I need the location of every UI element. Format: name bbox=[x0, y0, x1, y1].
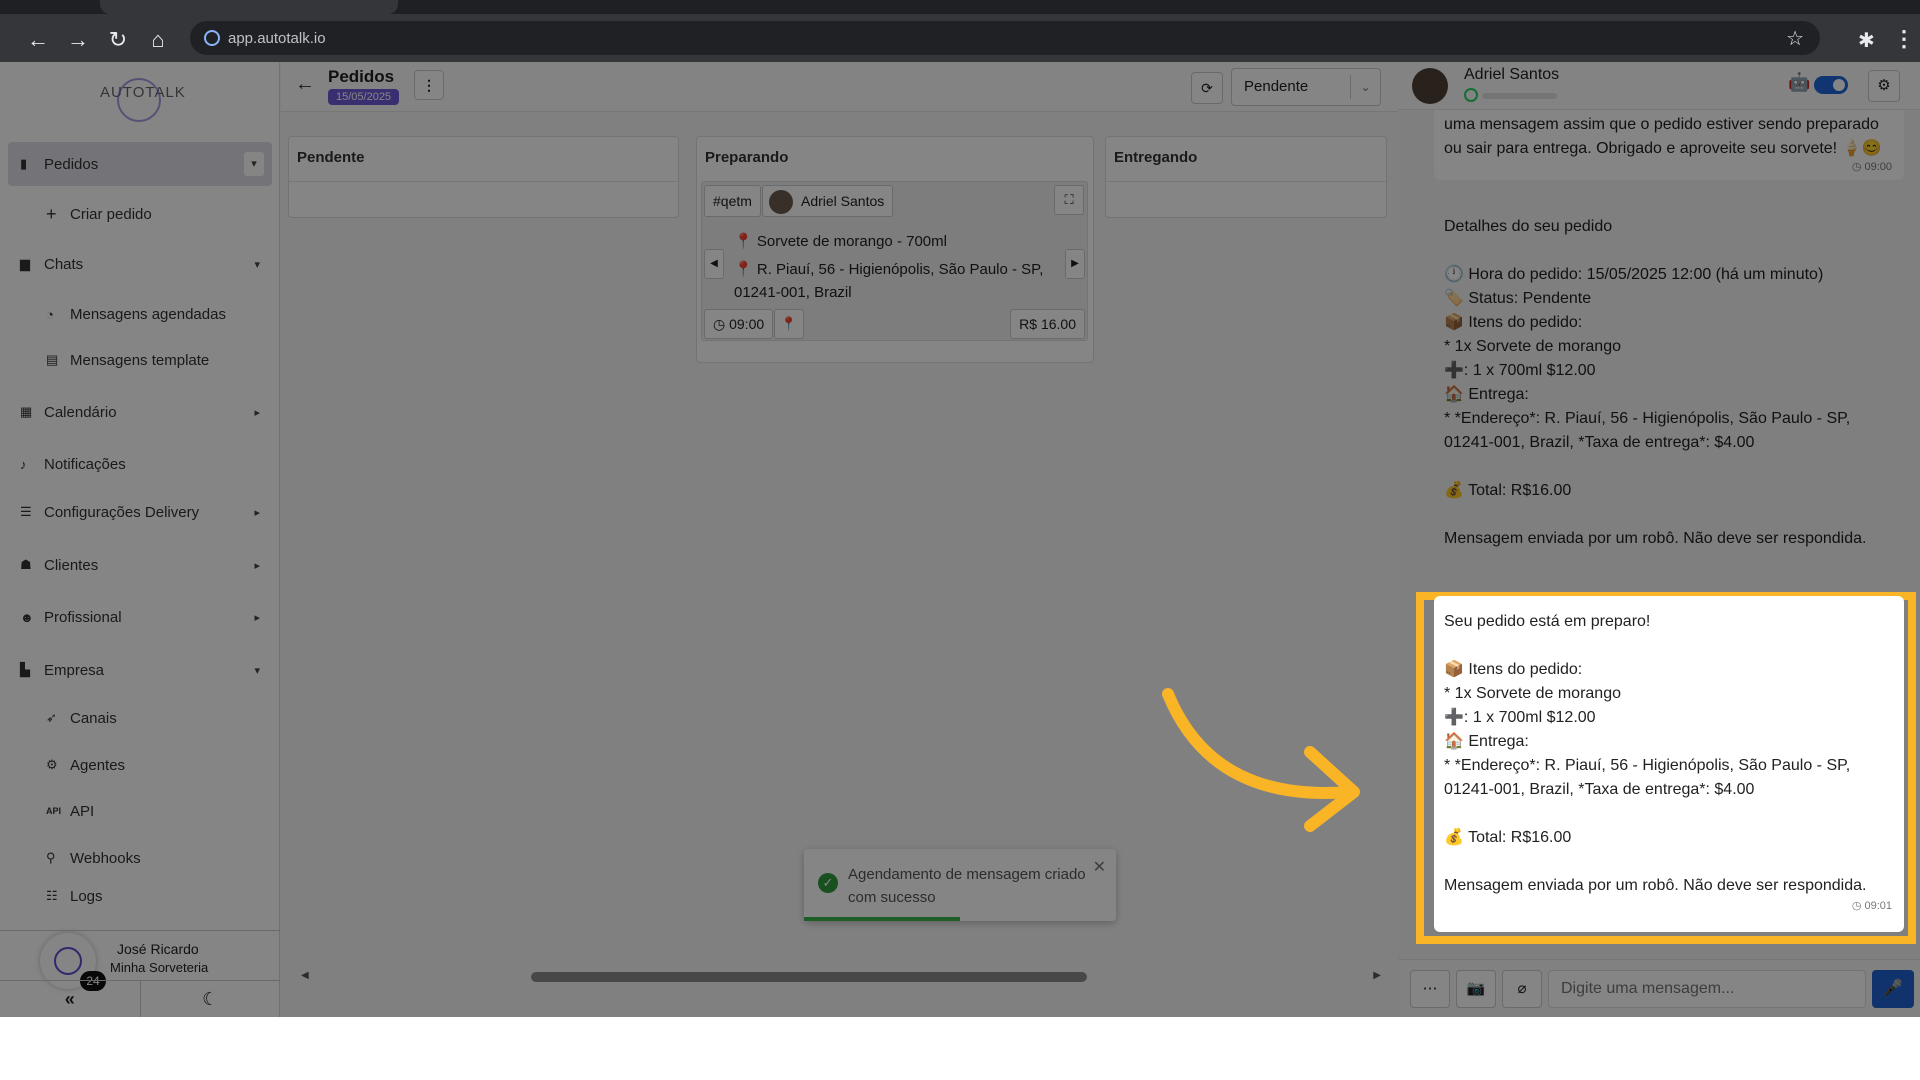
message-time-text: 09:01 bbox=[1864, 900, 1892, 912]
address-url: app.autotalk.io bbox=[228, 30, 326, 47]
message-time: ◷ 09:01 bbox=[1851, 900, 1892, 912]
address-bar[interactable]: app.autotalk.io ☆ bbox=[190, 21, 1820, 55]
callout-arrow-icon bbox=[1162, 688, 1360, 832]
back-arrow-icon[interactable]: ← bbox=[26, 28, 50, 52]
site-info-icon[interactable] bbox=[204, 30, 220, 46]
bookmark-star-icon[interactable]: ☆ bbox=[1786, 26, 1804, 51]
highlighted-chat-message: Seu pedido está em preparo! 📦 Itens do p… bbox=[1434, 596, 1904, 932]
browser-tab-active[interactable] bbox=[100, 0, 398, 14]
home-icon[interactable]: ⌂ bbox=[146, 28, 170, 52]
browser-menu-icon[interactable]: ⋮ bbox=[1893, 26, 1915, 52]
reload-icon[interactable]: ↻ bbox=[106, 28, 130, 52]
browser-tabstrip bbox=[0, 0, 1920, 14]
extensions-icon[interactable]: ✱ bbox=[1858, 28, 1875, 53]
message-text: Seu pedido está em preparo! 📦 Itens do p… bbox=[1444, 613, 1867, 894]
arrow-shaft bbox=[1162, 688, 1356, 799]
page-bottom-margin bbox=[0, 1017, 1920, 1080]
browser-toolbar: ← → ↻ ⌂ app.autotalk.io ☆ ✱ ⋮ bbox=[0, 14, 1920, 62]
forward-arrow-icon[interactable]: → bbox=[66, 28, 90, 52]
